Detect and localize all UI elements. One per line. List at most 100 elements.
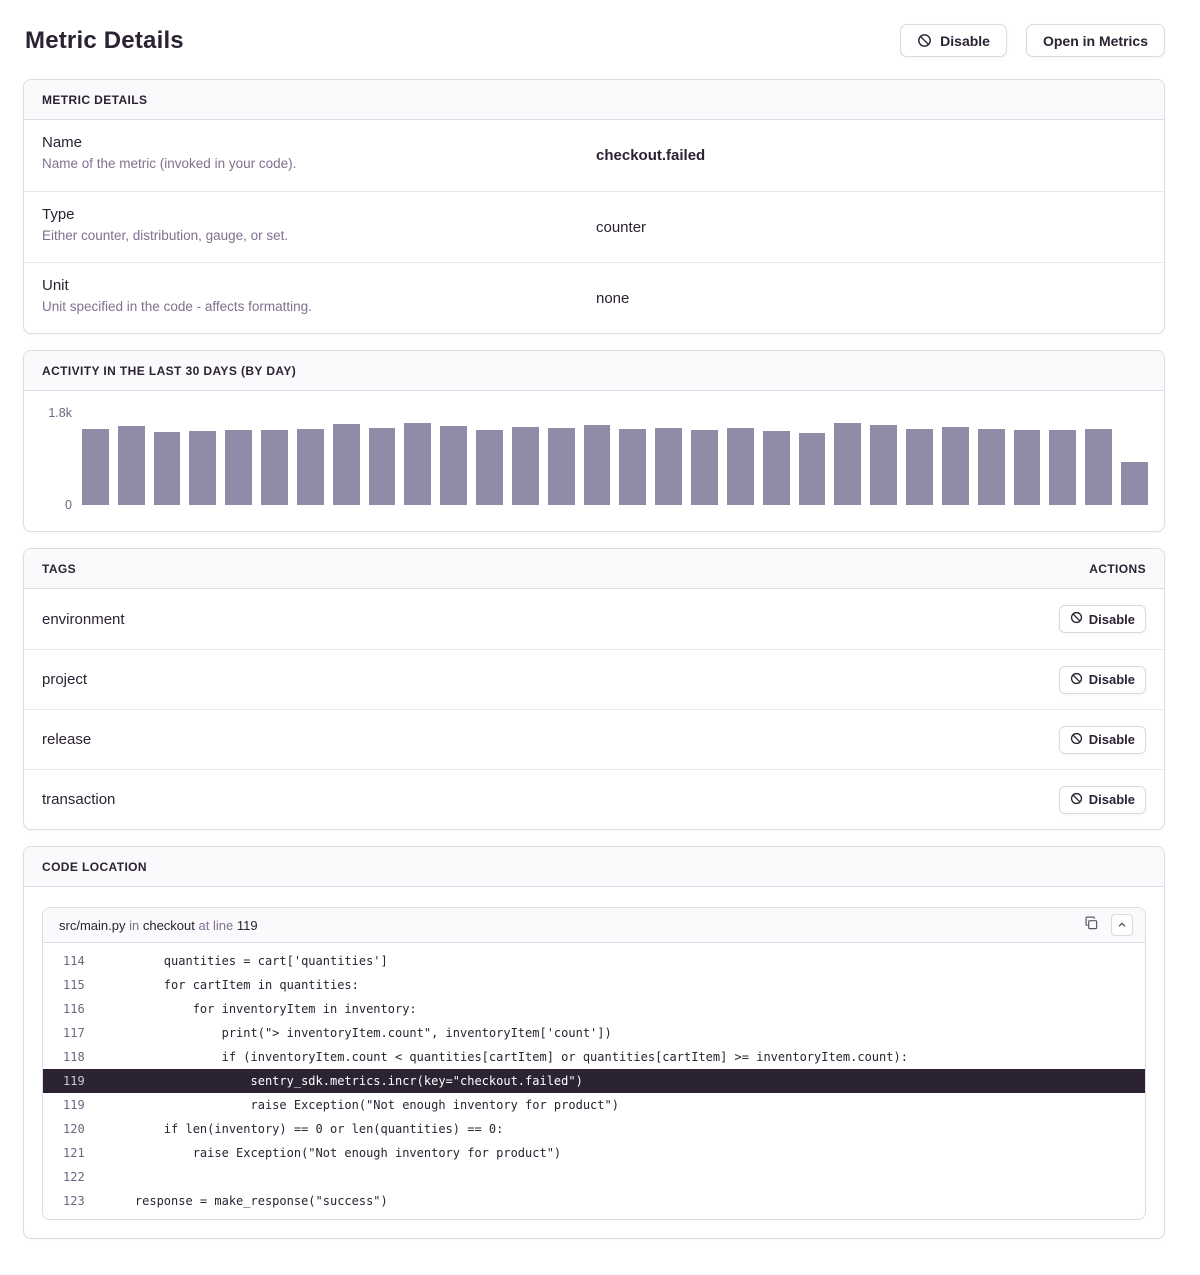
code-line-gutter-number: 121 [43,1146,106,1160]
tag-row: transaction Disable [24,769,1164,829]
activity-bar [763,431,790,505]
activity-bar [118,426,145,505]
chart-y-axis: 1.8k 0 [24,413,82,505]
disable-tag-button[interactable]: Disable [1059,605,1146,633]
activity-bar-chart: 1.8k 0 [24,413,1148,505]
activity-bar [1085,429,1112,505]
copy-code-button[interactable] [1079,913,1103,937]
activity-bar [691,430,718,505]
activity-bar [261,430,288,505]
activity-bar [476,430,503,505]
code-line-gutter-number: 119 [43,1074,106,1088]
activity-panel: ACTIVITY IN THE LAST 30 DAYS (BY DAY) 1.… [23,350,1165,532]
code-line-gutter-number: 117 [43,1026,106,1040]
code-line: 123 response = make_response("success") [43,1189,1145,1213]
code-line-gutter-number: 115 [43,978,106,992]
page-title: Metric Details [25,27,184,55]
activity-bar [1014,430,1041,505]
activity-bar [440,426,467,505]
code-line: 119 raise Exception("Not enough inventor… [43,1093,1145,1117]
detail-description: Either counter, distribution, gauge, or … [42,228,576,243]
activity-bar [333,424,360,505]
chevron-up-icon [1117,918,1127,933]
detail-label: Name [42,134,576,151]
ban-icon [1070,732,1083,748]
activity-bar [1121,462,1148,505]
page-header: Metric Details Disable Open in Metrics [23,24,1165,57]
tag-name: transaction [42,791,115,808]
code-line-source: sentry_sdk.metrics.incr(key="checkout.fa… [106,1074,583,1088]
activity-bar [870,425,897,505]
tag-name: release [42,731,91,748]
ban-icon [1070,672,1083,688]
detail-value: counter [596,219,646,236]
activity-bar [512,427,539,505]
metric-details-rows: Name Name of the metric (invoked in your… [24,120,1164,333]
activity-bar [369,428,396,505]
activity-bar [297,429,324,505]
copy-icon [1084,916,1099,934]
tag-row: environment Disable [24,589,1164,649]
code-line-gutter-number: 119 [43,1098,106,1112]
y-axis-max-label: 1.8k [48,406,72,420]
activity-bar [404,423,431,505]
code-frame: src/main.py in checkout at line 119 [42,907,1146,1220]
code-line-gutter-number: 116 [43,1002,106,1016]
collapse-code-button[interactable] [1111,914,1133,936]
code-line-gutter-number: 120 [43,1122,106,1136]
code-lines: 114 quantities = cart['quantities'] 115 … [43,943,1145,1219]
disable-tag-label: Disable [1089,792,1135,807]
tag-name: environment [42,611,125,628]
metric-details-panel: METRIC DETAILS Name Name of the metric (… [23,79,1165,334]
disable-button-label: Disable [940,33,990,49]
metric-detail-row: Type Either counter, distribution, gauge… [24,191,1164,262]
code-frame-header: src/main.py in checkout at line 119 [43,908,1145,943]
activity-bar [727,428,754,505]
activity-bar [655,428,682,505]
disable-tag-button[interactable]: Disable [1059,666,1146,694]
code-location-panel-title: CODE LOCATION [42,860,147,874]
code-line-source: print("> inventoryItem.count", inventory… [106,1026,612,1040]
open-in-metrics-button[interactable]: Open in Metrics [1026,24,1165,57]
disable-tag-label: Disable [1089,672,1135,687]
code-line-source: if (inventoryItem.count < quantities[car… [106,1050,908,1064]
tag-name: project [42,671,87,688]
code-line: 122 [43,1165,1145,1189]
code-line-gutter-number: 122 [43,1170,106,1184]
ban-icon [917,33,932,48]
header-actions: Disable Open in Metrics [900,24,1165,57]
tag-row: release Disable [24,709,1164,769]
metric-details-page: Metric Details Disable Open in Metrics M… [0,0,1200,1275]
detail-label: Unit [42,277,576,294]
activity-bar [619,429,646,505]
metric-detail-row: Unit Unit specified in the code - affect… [24,262,1164,333]
disable-metric-button[interactable]: Disable [900,24,1007,57]
code-line-source: if len(inventory) == 0 or len(quantities… [106,1122,503,1136]
tag-row: project Disable [24,649,1164,709]
activity-bar [978,429,1005,505]
code-line-source: for inventoryItem in inventory: [106,1002,417,1016]
chart-bars [82,413,1148,505]
code-path: src/main.py in checkout at line 119 [59,918,258,933]
code-line: 116 for inventoryItem in inventory: [43,997,1145,1021]
activity-bar [1049,430,1076,505]
activity-bar [548,428,575,505]
activity-bar [906,429,933,505]
code-line-source: response = make_response("success") [106,1194,388,1208]
ban-icon [1070,611,1083,627]
ban-icon [1070,792,1083,808]
detail-description: Unit specified in the code - affects for… [42,299,576,314]
code-line: 121 raise Exception("Not enough inventor… [43,1141,1145,1165]
disable-tag-button[interactable]: Disable [1059,726,1146,754]
detail-value: checkout.failed [596,147,705,164]
tag-rows: environment Disable project [24,589,1164,829]
code-line-source: for cartItem in quantities: [106,978,359,992]
code-location-panel: CODE LOCATION src/main.py in checkout at… [23,846,1165,1239]
code-line: 115 for cartItem in quantities: [43,973,1145,997]
activity-bar [154,432,181,505]
activity-bar [834,423,861,505]
y-axis-min-label: 0 [65,498,72,512]
disable-tag-button[interactable]: Disable [1059,786,1146,814]
disable-tag-label: Disable [1089,732,1135,747]
activity-bar [799,433,826,505]
